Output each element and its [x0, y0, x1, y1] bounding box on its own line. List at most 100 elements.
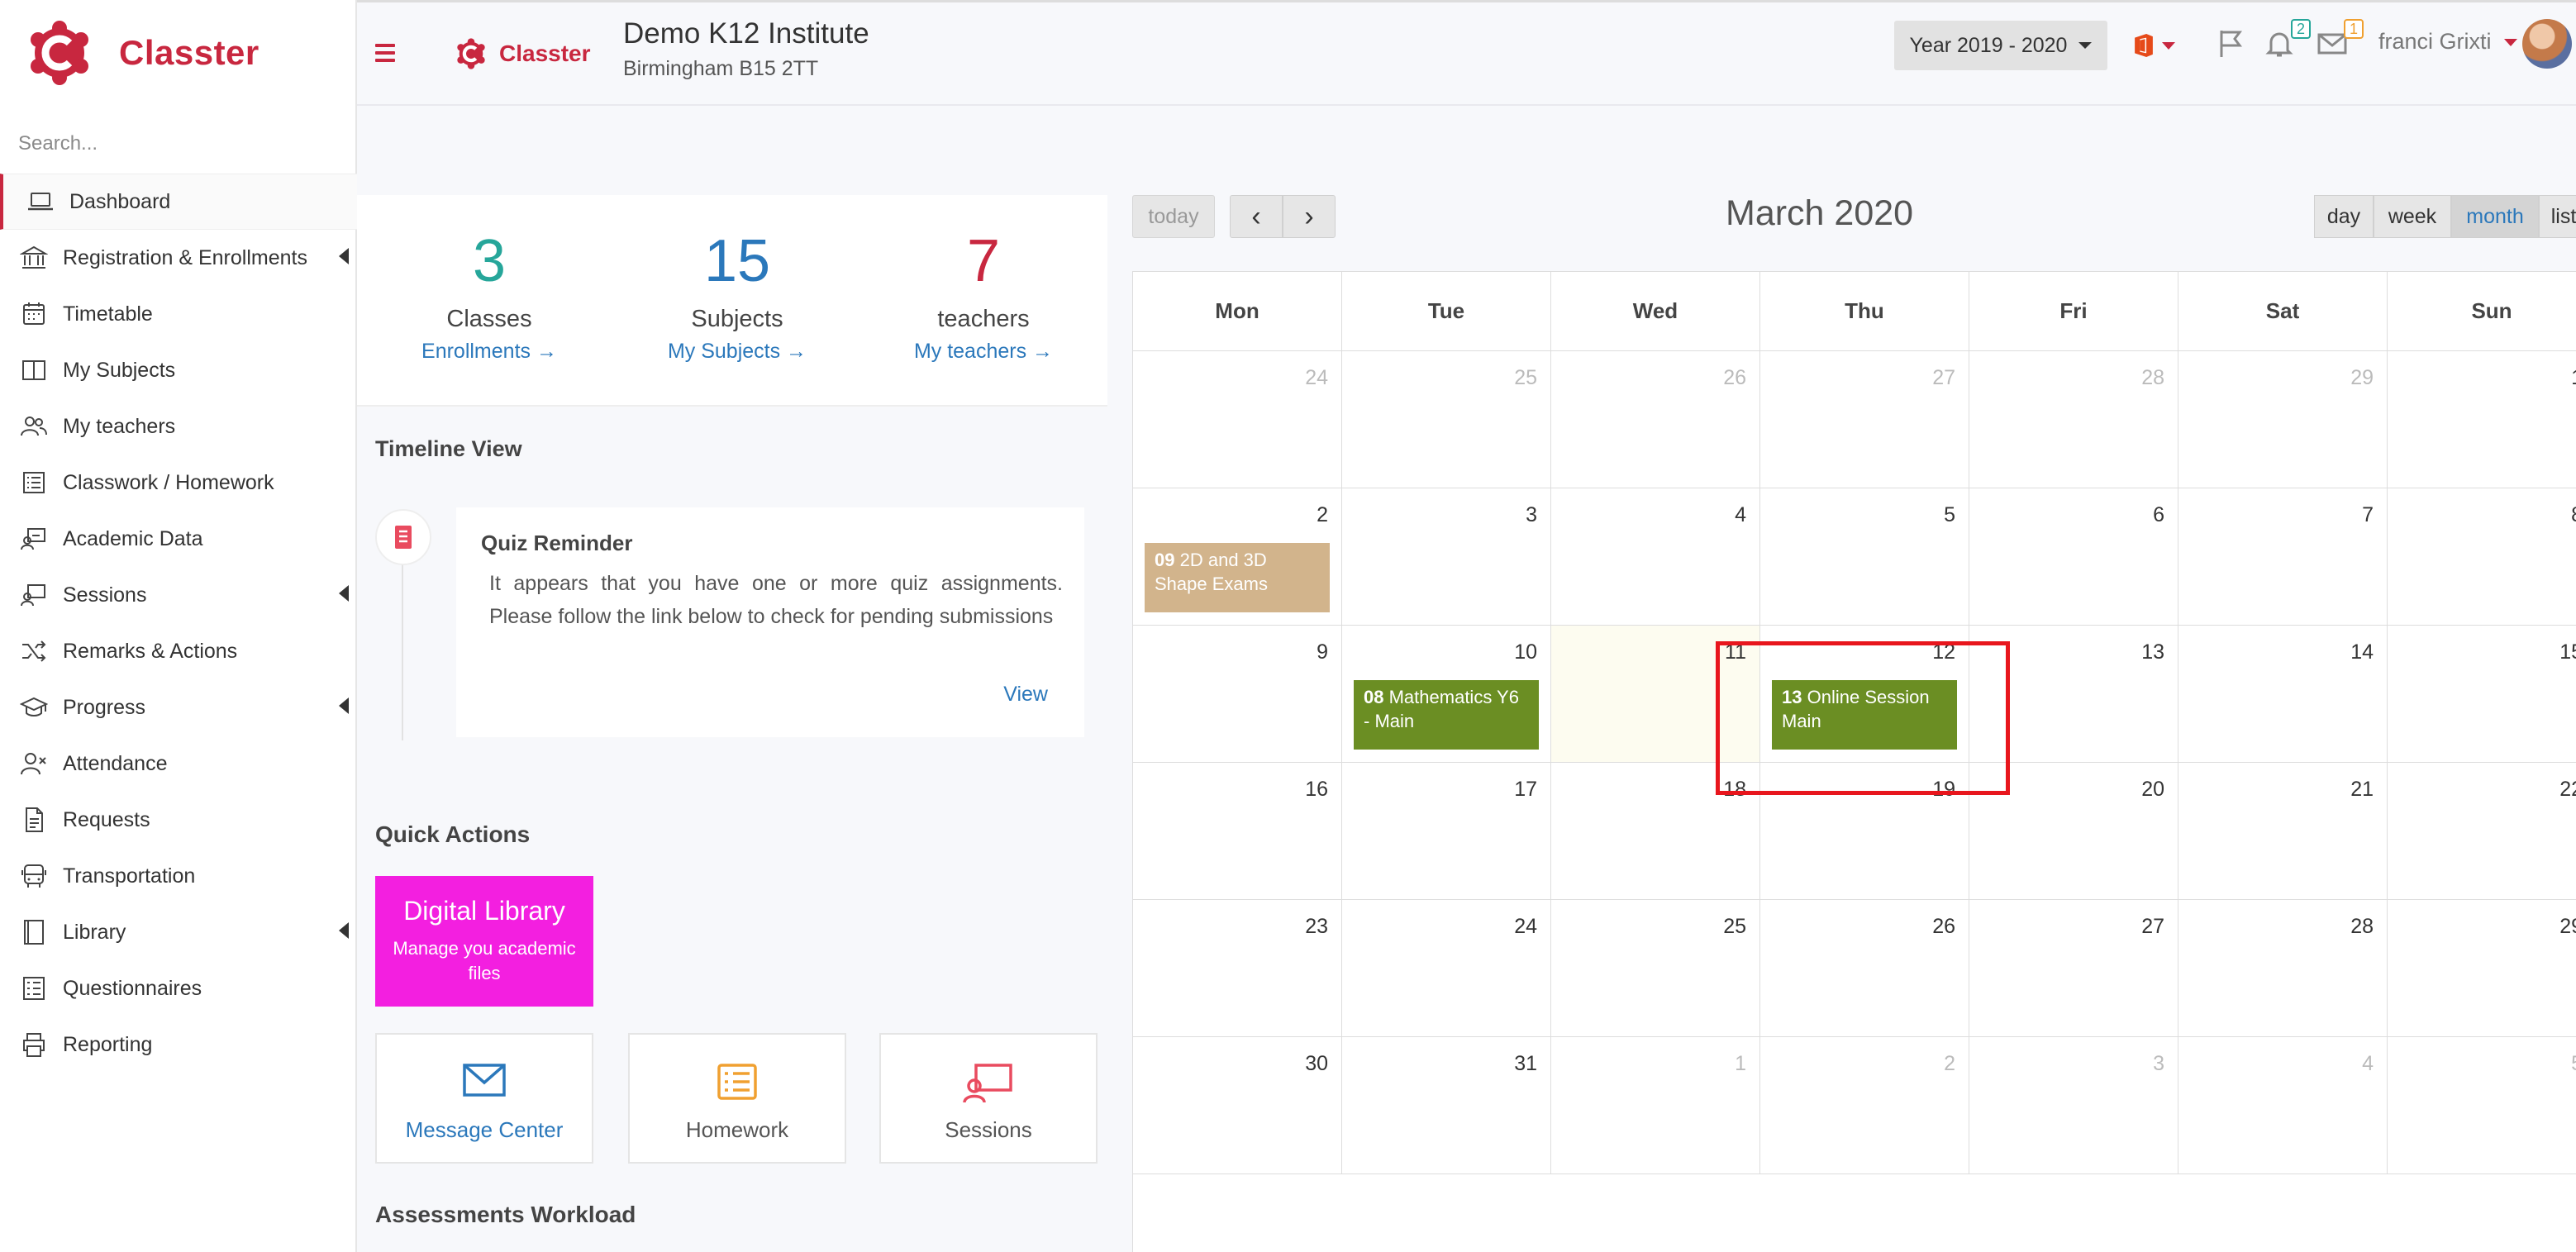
avatar[interactable]	[2522, 19, 2572, 69]
quiz-view-link[interactable]: View	[1003, 683, 1048, 707]
sidebar-item-questionnaires[interactable]: Questionnaires	[0, 960, 357, 1016]
calendar-day-cell[interactable]: 1	[1551, 1037, 1760, 1174]
stat-value: 15	[703, 228, 771, 294]
calendar-day-cell[interactable]: 4	[2178, 1037, 2388, 1174]
calendar-day-cell[interactable]: 3	[1342, 488, 1551, 626]
sidebar-item-dashboard[interactable]: Dashboard	[0, 174, 357, 230]
list-icon	[18, 467, 50, 498]
calendar-day-cell[interactable]: 17	[1342, 763, 1551, 900]
sidebar-item-my-subjects[interactable]: My Subjects	[0, 342, 357, 398]
calendar-day-cell[interactable]: 3	[1969, 1037, 2178, 1174]
calendar-day-cell[interactable]: 8	[2388, 488, 2576, 626]
my-teachers-link[interactable]: My teachers →	[859, 340, 1107, 364]
day-number: 31	[1514, 1052, 1537, 1075]
view-list-button[interactable]: list	[2539, 195, 2576, 238]
calendar-day-cell[interactable]: 7	[2178, 488, 2388, 626]
sidebar-item-sessions[interactable]: Sessions	[0, 567, 357, 623]
sidebar-item-requests[interactable]: Requests	[0, 792, 357, 848]
stat-value: 7	[966, 228, 1001, 294]
calendar-prev-button[interactable]: ‹	[1230, 195, 1283, 238]
messages-button[interactable]: 1	[2316, 19, 2364, 60]
sidebar-item-library[interactable]: Library	[0, 904, 357, 960]
stat-label: Classes	[446, 306, 532, 332]
sessions-tile[interactable]: Sessions	[879, 1033, 1098, 1164]
calendar-title: March 2020	[1726, 193, 1914, 233]
my-subjects-link[interactable]: My Subjects →	[613, 340, 861, 364]
sidebar-item-remarks-actions[interactable]: Remarks & Actions	[0, 623, 357, 679]
calendar-day-cell[interactable]: 15	[2388, 626, 2576, 763]
view-day-button[interactable]: day	[2314, 195, 2374, 238]
app-logo[interactable]: Classter	[25, 18, 260, 88]
sidebar-item-reporting[interactable]: Reporting	[0, 1016, 357, 1073]
enrollments-link[interactable]: Enrollments →	[365, 340, 613, 364]
calendar-day-cell[interactable]: 23	[1133, 900, 1342, 1037]
calendar-day-cell[interactable]: 6	[1969, 488, 2178, 626]
day-number: 5	[2571, 1052, 2576, 1076]
calendar-next-button[interactable]: ›	[1283, 195, 1336, 238]
calendar-day-cell[interactable]: 2	[1760, 1037, 1969, 1174]
calendar-day-cell[interactable]: 16	[1133, 763, 1342, 900]
notifications-badge: 2	[2291, 19, 2311, 39]
sidebar-item-timetable[interactable]: Timetable	[0, 286, 357, 342]
calendar-event[interactable]: 08 Mathematics Y6 - Main	[1354, 680, 1539, 750]
sidebar-item-transportation[interactable]: Transportation	[0, 848, 357, 904]
sidebar-item-academic-data[interactable]: Academic Data	[0, 511, 357, 567]
flag-icon[interactable]	[2215, 27, 2251, 60]
calendar-day-cell[interactable]: 29	[2388, 900, 2576, 1037]
calendar-day-cell[interactable]: 9	[1133, 626, 1342, 763]
calendar-day-cell[interactable]: 5	[2388, 1037, 2576, 1174]
calendar-day-cell[interactable]: 4	[1551, 488, 1760, 626]
chevron-down-icon[interactable]	[2504, 39, 2517, 46]
search-input[interactable]	[0, 121, 355, 167]
presentation-icon	[18, 523, 50, 555]
day-number: 10	[1514, 640, 1537, 664]
notifications-button[interactable]: 2	[2263, 19, 2311, 60]
office-apps-button[interactable]	[2132, 26, 2175, 65]
sidebar-item-label: Registration & Enrollments	[63, 245, 307, 269]
sidebar-item-attendance[interactable]: Attendance	[0, 735, 357, 792]
day-number: 6	[2153, 503, 2164, 526]
digital-library-tile[interactable]: Digital Library Manage you academic file…	[375, 876, 593, 1007]
view-month-button[interactable]: month	[2451, 195, 2539, 238]
calendar-day-cell[interactable]: 1	[2388, 351, 2576, 488]
calendar-day-cell[interactable]: 22	[2388, 763, 2576, 900]
year-label: Year 2019 - 2020	[1909, 33, 2068, 57]
day-number: 13	[2141, 640, 2164, 664]
user-name[interactable]: franci Grixti	[2378, 29, 2492, 55]
calendar-day-cell[interactable]: 26	[1551, 351, 1760, 488]
calendar-day-cell[interactable]: 31	[1342, 1037, 1551, 1174]
view-week-button[interactable]: week	[2374, 195, 2451, 238]
sidebar-item-classwork-homework[interactable]: Classwork / Homework	[0, 455, 357, 511]
calendar-today-button[interactable]: today	[1132, 195, 1215, 238]
quiz-title: Quiz Reminder	[481, 531, 633, 555]
calendar-day-cell[interactable]: 25	[1551, 900, 1760, 1037]
calendar-day-cell[interactable]: 27	[1760, 351, 1969, 488]
calendar-event[interactable]: 09 2D and 3D Shape Exams	[1145, 543, 1330, 612]
calendar-day-cell[interactable]: 29	[2178, 351, 2388, 488]
calendar-day-cell[interactable]: 21	[2178, 763, 2388, 900]
sidebar-item-my-teachers[interactable]: My teachers	[0, 398, 357, 455]
calendar-day-cell[interactable]: 5	[1760, 488, 1969, 626]
day-number: 26	[1723, 366, 1746, 389]
calendar-day-cell[interactable]: 28	[1969, 351, 2178, 488]
sidebar-item-progress[interactable]: Progress	[0, 679, 357, 735]
classter-logo-icon	[457, 38, 485, 69]
year-selector[interactable]: Year 2019 - 2020	[1894, 21, 2107, 70]
timeline-marker	[375, 509, 431, 565]
calendar-day-cell[interactable]: 24	[1342, 900, 1551, 1037]
sidebar-item-registration-enrollments[interactable]: Registration & Enrollments	[0, 230, 357, 286]
header-logo[interactable]: Classter	[455, 37, 591, 70]
checklist-icon	[717, 1064, 757, 1100]
calendar-day-cell[interactable]: 30	[1133, 1037, 1342, 1174]
calendar-day-cell[interactable]: 14	[2178, 626, 2388, 763]
calendar-day-cell[interactable]: 28	[2178, 900, 2388, 1037]
homework-tile[interactable]: Homework	[628, 1033, 846, 1164]
menu-toggle-icon[interactable]	[375, 44, 395, 62]
calendar-day-cell[interactable]: 26	[1760, 900, 1969, 1037]
calendar-day-cell[interactable]: 25	[1342, 351, 1551, 488]
calendar-day-cell[interactable]: 27	[1969, 900, 2178, 1037]
message-center-tile[interactable]: Message Center	[375, 1033, 593, 1164]
day-number: 24	[1305, 366, 1328, 389]
sidebar-item-label: Attendance	[63, 751, 168, 775]
calendar-day-cell[interactable]: 24	[1133, 351, 1342, 488]
